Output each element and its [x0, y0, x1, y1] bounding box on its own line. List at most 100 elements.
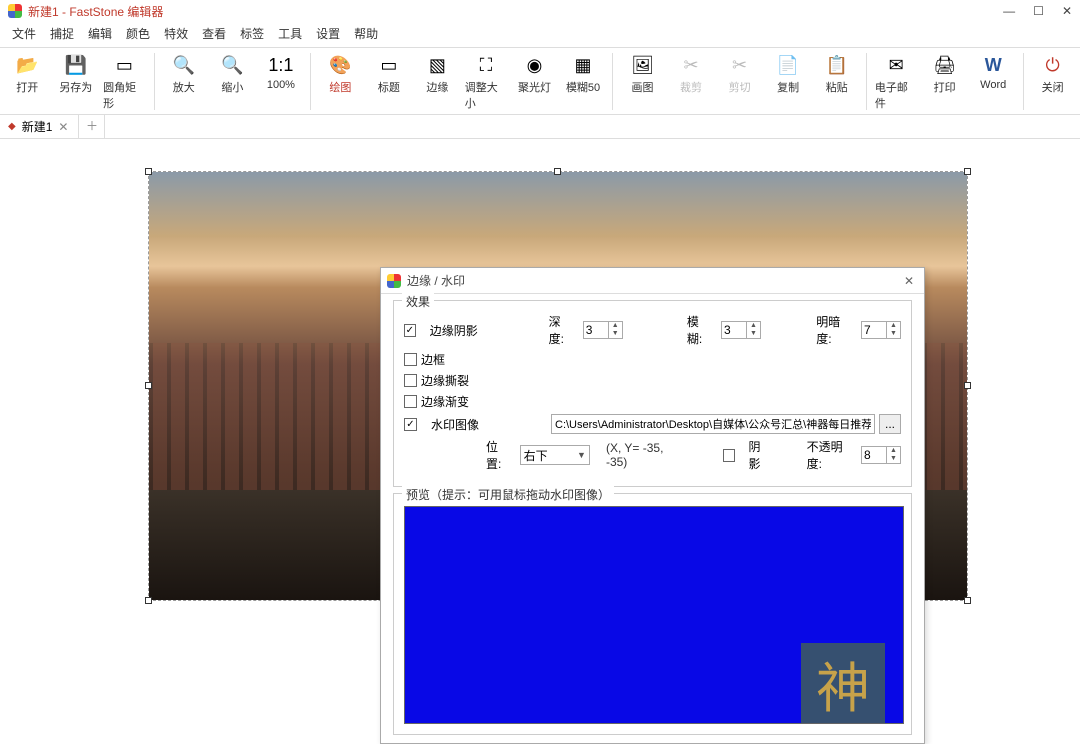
dialog-titlebar[interactable]: 边缘 / 水印 ✕	[381, 268, 924, 294]
add-tab-button[interactable]: ＋	[79, 115, 105, 138]
minimize-button[interactable]: ―	[1003, 4, 1015, 18]
document-tab[interactable]: ◆ 新建1 ✕	[0, 115, 79, 138]
toolbar-关闭[interactable]: ⏻关闭	[1031, 51, 1074, 96]
edge-fade-checkbox[interactable]	[404, 395, 417, 408]
depth-input[interactable]: ▲▼	[583, 321, 623, 339]
opacity-label: 不透明度:	[807, 438, 851, 472]
watermark-path-input[interactable]	[551, 414, 875, 434]
toolbar-缩小[interactable]: 🔍 缩小	[211, 51, 254, 96]
preview-legend: 预览（提示：可用鼠标拖动水印图像）	[402, 486, 614, 503]
toolbar-放大[interactable]: 🔍 放大	[163, 51, 206, 96]
tab-strip: ◆ 新建1 ✕ ＋	[0, 115, 1080, 139]
modified-dot-icon: ◆	[8, 121, 16, 132]
toolbar-电子邮件[interactable]: ✉电子邮件	[875, 51, 918, 112]
dialog-title: 边缘 / 水印	[407, 272, 900, 289]
toolbar-label: 关闭	[1042, 79, 1064, 95]
brightness-input[interactable]: ▲▼	[861, 321, 901, 339]
缩小-icon: 🔍	[218, 53, 246, 77]
opacity-input[interactable]: ▲▼	[861, 446, 901, 464]
preview-canvas[interactable]: 神	[404, 506, 904, 724]
toolbar-label: 另存为	[59, 79, 92, 95]
剪切-icon: ✂	[726, 53, 754, 77]
maximize-button[interactable]: ☐	[1033, 4, 1044, 18]
effects-legend: 效果	[402, 293, 434, 310]
toolbar-label: 模糊50	[566, 79, 600, 95]
toolbar-标题[interactable]: ▭标题	[368, 51, 411, 96]
100%-icon: 1:1	[267, 53, 295, 77]
window-title: 新建1 - FastStone 编辑器	[28, 3, 1003, 20]
toolbar-label: 100%	[267, 79, 295, 91]
close-button[interactable]: ✕	[1062, 4, 1072, 18]
toolbar-圆角矩形[interactable]: ▭圆角矩形	[103, 51, 146, 112]
border-checkbox[interactable]	[404, 353, 417, 366]
聚光灯-icon: ◉	[521, 53, 549, 77]
toolbar-复制[interactable]: 📄复制	[767, 51, 810, 96]
watermark-preview[interactable]: 神	[801, 643, 885, 723]
resize-handle[interactable]	[964, 597, 971, 604]
shadow-checkbox[interactable]	[723, 449, 735, 462]
dialog-logo-icon	[387, 274, 401, 288]
menu-帮助[interactable]: 帮助	[350, 24, 382, 43]
menu-查看[interactable]: 查看	[198, 24, 230, 43]
blur-label: 模糊:	[687, 313, 711, 347]
resize-handle[interactable]	[145, 597, 152, 604]
toolbar-调整大小[interactable]: ⛶调整大小	[465, 51, 508, 112]
resize-handle[interactable]	[964, 168, 971, 175]
toolbar-Word[interactable]: WWord	[972, 51, 1015, 92]
menu-特效[interactable]: 特效	[160, 24, 192, 43]
resize-handle[interactable]	[145, 168, 152, 175]
标题-icon: ▭	[375, 53, 403, 77]
edge-tear-checkbox[interactable]	[404, 374, 417, 387]
menu-设置[interactable]: 设置	[312, 24, 344, 43]
裁剪-icon: ✂	[677, 53, 705, 77]
toolbar-画图[interactable]: 🖼画图	[621, 51, 664, 96]
复制-icon: 📄	[774, 53, 802, 77]
toolbar-绘图[interactable]: 🎨绘图	[319, 51, 362, 96]
menu-标签[interactable]: 标签	[236, 24, 268, 43]
toolbar-label: 电子邮件	[875, 79, 918, 111]
edge-shadow-label: 边缘阴影	[430, 322, 494, 339]
dialog-close-button[interactable]: ✕	[900, 274, 918, 288]
toolbar-边缘[interactable]: ▧边缘	[416, 51, 459, 96]
toolbar-打开[interactable]: 📂打开	[6, 51, 49, 96]
toolbar-裁剪: ✂裁剪	[670, 51, 713, 96]
app-logo-icon	[8, 4, 22, 18]
tab-close-icon[interactable]: ✕	[58, 120, 68, 134]
toolbar: 📂打开💾另存为▭圆角矩形🔍放大🔍缩小1:1100%🎨绘图▭标题▧边缘⛶调整大小◉…	[0, 48, 1080, 115]
shadow-label: 阴影	[749, 438, 770, 472]
position-select[interactable]: 右下 ▼	[520, 445, 590, 465]
edge-shadow-checkbox[interactable]: ✓	[404, 324, 416, 337]
browse-button[interactable]: ...	[879, 414, 901, 434]
toolbar-label: 聚光灯	[518, 79, 551, 95]
canvas-area: 边缘 / 水印 ✕ 效果 ✓ 边缘阴影 深度: ▲▼ 模糊: ▲▼ 明暗度: ▲…	[0, 139, 1080, 617]
menu-捕捉[interactable]: 捕捉	[46, 24, 78, 43]
blur-input[interactable]: ▲▼	[721, 321, 761, 339]
toolbar-粘贴[interactable]: 📋粘贴	[815, 51, 858, 96]
toolbar-剪切: ✂剪切	[718, 51, 761, 96]
toolbar-100%[interactable]: 1:1 100%	[260, 51, 303, 92]
模糊50-icon: ▦	[569, 53, 597, 77]
放大-icon: 🔍	[170, 53, 198, 77]
menu-工具[interactable]: 工具	[274, 24, 306, 43]
Word-icon: W	[979, 53, 1007, 77]
toolbar-label: 画图	[632, 79, 654, 95]
menu-颜色[interactable]: 颜色	[122, 24, 154, 43]
chevron-down-icon: ▼	[577, 450, 586, 460]
effects-fieldset: 效果 ✓ 边缘阴影 深度: ▲▼ 模糊: ▲▼ 明暗度: ▲▼ 边框	[393, 300, 912, 487]
toolbar-label: 缩小	[221, 79, 243, 95]
toolbar-另存为[interactable]: 💾另存为	[55, 51, 98, 96]
menu-编辑[interactable]: 编辑	[84, 24, 116, 43]
resize-handle[interactable]	[964, 382, 971, 389]
toolbar-label: 放大	[173, 79, 195, 95]
圆角矩形-icon: ▭	[110, 53, 138, 77]
resize-handle[interactable]	[554, 168, 561, 175]
toolbar-打印[interactable]: 🖨打印	[923, 51, 966, 96]
粘贴-icon: 📋	[823, 53, 851, 77]
toolbar-label: 打开	[16, 79, 38, 95]
toolbar-聚光灯[interactable]: ◉ 聚光灯	[513, 51, 556, 96]
resize-handle[interactable]	[145, 382, 152, 389]
edge-watermark-dialog: 边缘 / 水印 ✕ 效果 ✓ 边缘阴影 深度: ▲▼ 模糊: ▲▼ 明暗度: ▲…	[380, 267, 925, 744]
toolbar-模糊50[interactable]: ▦ 模糊50	[562, 51, 605, 96]
watermark-checkbox[interactable]: ✓	[404, 418, 417, 431]
menu-文件[interactable]: 文件	[8, 24, 40, 43]
